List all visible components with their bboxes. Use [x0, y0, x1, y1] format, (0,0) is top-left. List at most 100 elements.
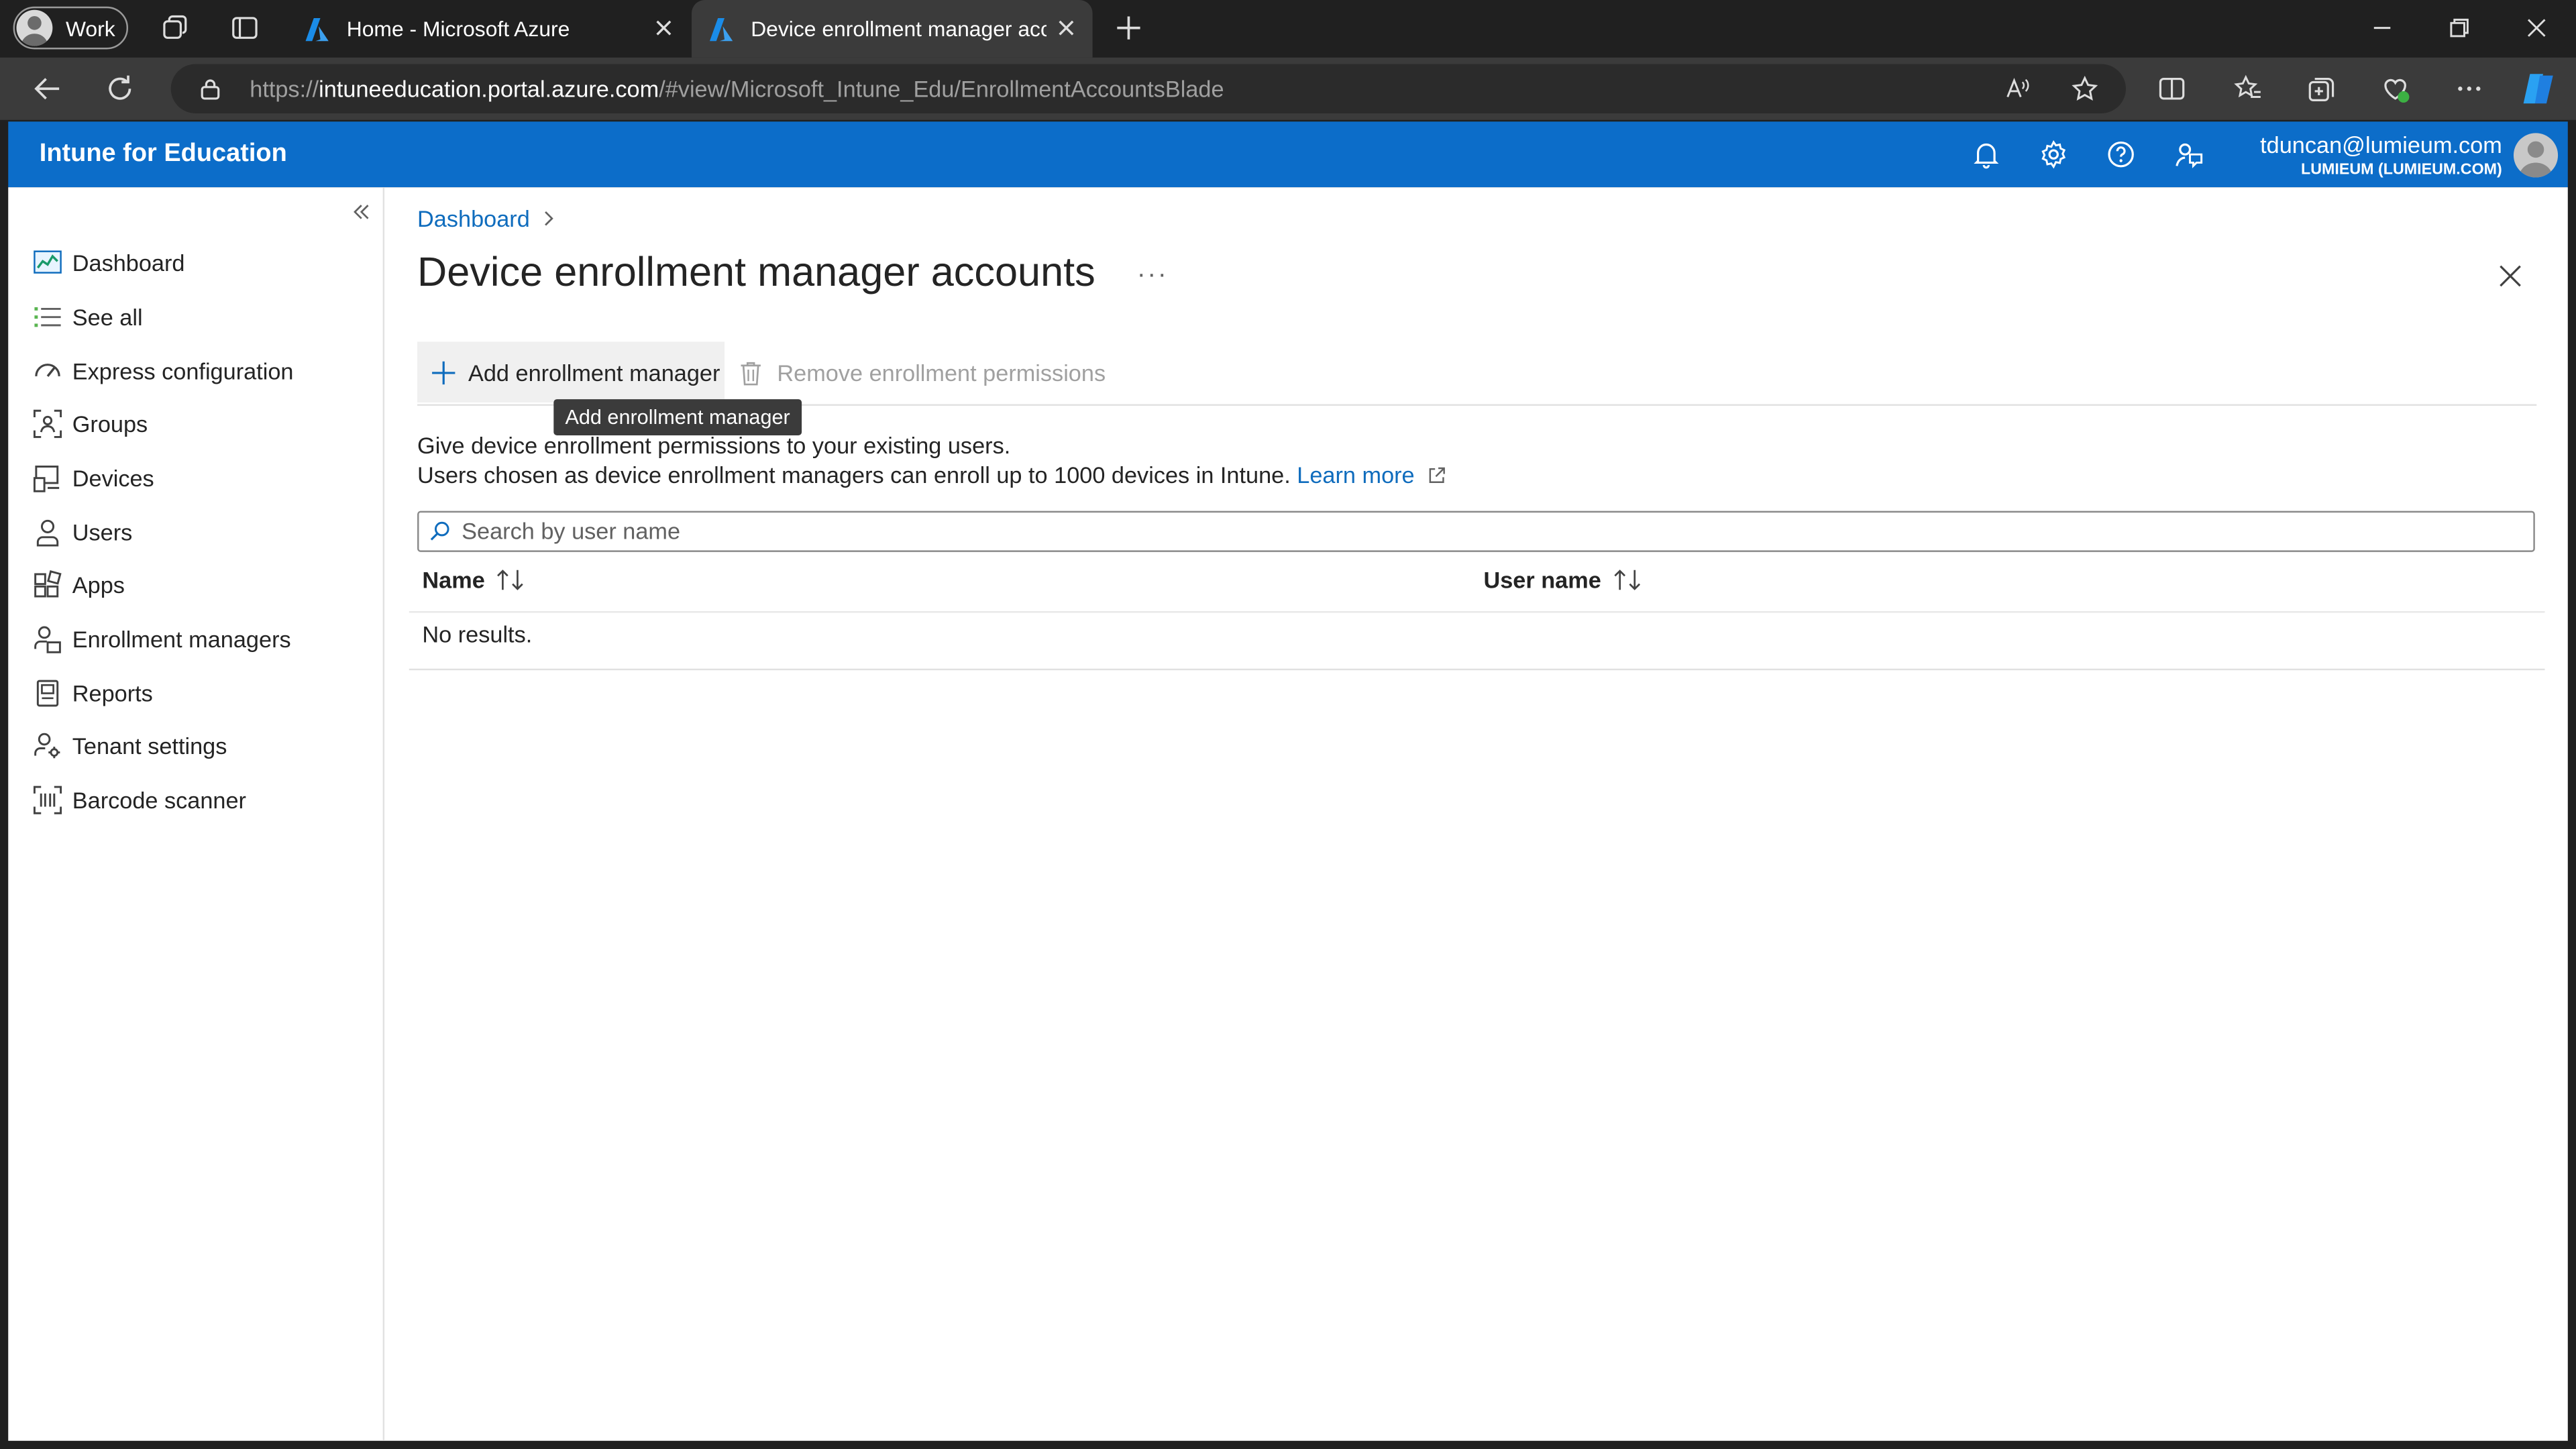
column-header-name[interactable]: Name [422, 567, 526, 593]
command-bar: Add enrollment manager Remove enrollment… [417, 341, 2537, 406]
favorite-star-icon[interactable] [2072, 75, 2098, 102]
barcode-icon [33, 786, 62, 814]
sidebar-item-express-configuration[interactable]: Express configuration [8, 347, 382, 396]
tab-device-enrollment[interactable]: Device enrollment manager accounts [692, 0, 1093, 58]
new-tab-icon[interactable] [1114, 13, 1143, 43]
url-path: /#view/Microsoft_Intune_Edu/EnrollmentAc… [659, 75, 1224, 102]
sort-icon [497, 570, 524, 590]
tab-home-azure[interactable]: Home - Microsoft Azure [288, 0, 690, 58]
read-aloud-icon[interactable] [2004, 76, 2031, 102]
sidebar-item-label: Reports [72, 680, 153, 707]
remove-enrollment-permissions-button[interactable]: Remove enrollment permissions [738, 341, 1106, 402]
devices-icon [33, 466, 60, 492]
description-line-2-text: Users chosen as device enrollment manage… [417, 462, 1291, 488]
search-input[interactable] [458, 515, 2502, 546]
add-enrollment-manager-label: Add enrollment manager [468, 359, 720, 386]
sidebar-item-label: Enrollment managers [72, 626, 291, 653]
feedback-icon[interactable] [2174, 140, 2203, 169]
browser-tab-bar: Work Home - Microsoft Azure Device enrol… [0, 0, 2576, 58]
workspaces-icon[interactable] [160, 13, 189, 43]
notifications-bell-icon[interactable] [1972, 140, 2001, 169]
description-line-2: Users chosen as device enrollment manage… [417, 460, 1446, 490]
settings-gear-icon[interactable] [2039, 140, 2068, 169]
close-tab-icon[interactable] [651, 15, 677, 41]
sidebar-item-label: Devices [72, 465, 154, 492]
profile-avatar-icon [16, 9, 53, 46]
sidebar-item-label: Groups [72, 411, 148, 437]
remove-enrollment-permissions-label: Remove enrollment permissions [777, 359, 1106, 386]
sidebar-item-label: Barcode scanner [72, 787, 246, 814]
page-title: Device enrollment manager accounts [417, 250, 1095, 296]
sidebar-item-users[interactable]: Users [8, 508, 382, 557]
groups-icon [33, 409, 62, 438]
breadcrumb-dashboard-link[interactable]: Dashboard [417, 205, 530, 231]
sidebar-item-apps[interactable]: Apps [8, 560, 382, 609]
close-tab-icon[interactable] [1053, 15, 1079, 41]
sidebar: Dashboard See all Express configuration … [8, 187, 385, 1441]
tooltip: Add enrollment manager [553, 399, 802, 435]
more-options-icon[interactable] [2455, 74, 2484, 103]
sidebar-item-reports[interactable]: Reports [8, 669, 382, 718]
column-header-user-name-label: User name [1483, 566, 1601, 594]
apps-icon [34, 570, 62, 598]
content-area: Dashboard See all Express configuration … [8, 187, 2568, 1441]
browser-toolbar: https://intuneeducation.portal.azure.com… [0, 57, 2576, 120]
address-bar[interactable]: https://intuneeducation.portal.azure.com… [170, 64, 2127, 113]
table-bottom-divider [409, 668, 2545, 671]
close-blade-icon[interactable] [2497, 263, 2523, 289]
learn-more-link[interactable]: Learn more [1297, 462, 1414, 488]
sidebar-item-enrollment-managers[interactable]: Enrollment managers [8, 614, 382, 663]
user-icon [36, 519, 59, 547]
sidebar-item-dashboard[interactable]: Dashboard [8, 238, 382, 287]
user-avatar-icon [2518, 141, 2553, 178]
tab-actions-icon[interactable] [230, 13, 260, 43]
split-screen-icon[interactable] [2157, 74, 2187, 103]
favorites-icon[interactable] [2233, 74, 2262, 103]
lock-icon[interactable] [199, 77, 221, 100]
sidebar-item-label: Tenant settings [72, 733, 227, 759]
restore-icon[interactable] [2447, 15, 2473, 41]
search-box[interactable] [417, 511, 2535, 552]
user-email[interactable]: tduncan@lumieum.com [2260, 131, 2502, 158]
search-icon [430, 521, 449, 541]
copilot-icon[interactable] [2520, 69, 2560, 109]
add-enrollment-manager-button[interactable]: Add enrollment manager [417, 341, 725, 403]
user-avatar[interactable] [2513, 133, 2559, 178]
reports-icon [36, 680, 59, 707]
sidebar-item-barcode-scanner[interactable]: Barcode scanner [8, 775, 382, 824]
sidebar-item-label: Users [72, 519, 133, 546]
app-title[interactable]: Intune for Education [40, 140, 287, 169]
more-options-button[interactable]: ··· [1137, 261, 1168, 290]
azure-logo-icon [709, 17, 733, 41]
sidebar-item-label: Apps [72, 572, 125, 598]
gauge-icon [35, 364, 60, 377]
profile-label: Work [65, 15, 115, 41]
sidebar-item-see-all[interactable]: See all [8, 292, 382, 341]
refresh-icon[interactable] [105, 74, 135, 103]
trash-icon [741, 361, 761, 385]
plus-icon [432, 360, 455, 384]
sidebar-item-tenant-settings[interactable]: Tenant settings [8, 721, 382, 770]
sidebar-item-groups[interactable]: Groups [8, 399, 382, 448]
sort-icon [1613, 570, 1640, 590]
list-icon [34, 307, 61, 327]
app-header: Intune for Education tduncan@lumieum.com… [8, 121, 2568, 188]
column-header-user-name[interactable]: User name [1483, 567, 1642, 593]
sidebar-item-label: Dashboard [72, 250, 185, 276]
back-icon[interactable] [33, 74, 62, 103]
user-tenant[interactable]: LUMIEUM (LUMIEUM.COM) [2301, 161, 2502, 179]
help-icon[interactable] [2106, 140, 2136, 169]
column-header-name-label: Name [422, 566, 485, 594]
collapse-sidebar-icon[interactable] [350, 201, 373, 223]
profile-button[interactable]: Work [13, 6, 129, 50]
sidebar-item-devices[interactable]: Devices [8, 453, 382, 502]
url-scheme: https:// [250, 75, 319, 102]
collections-icon[interactable] [2306, 74, 2336, 103]
browser-essentials-icon[interactable] [2381, 74, 2410, 103]
enrollment-managers-icon [34, 626, 61, 653]
minimize-icon[interactable] [2369, 15, 2395, 41]
close-window-icon[interactable] [2524, 15, 2550, 41]
main-pane: Dashboard Device enrollment manager acco… [384, 187, 2568, 1441]
tab-title: Device enrollment manager accounts [751, 16, 1046, 42]
sidebar-item-label: See all [72, 304, 143, 331]
